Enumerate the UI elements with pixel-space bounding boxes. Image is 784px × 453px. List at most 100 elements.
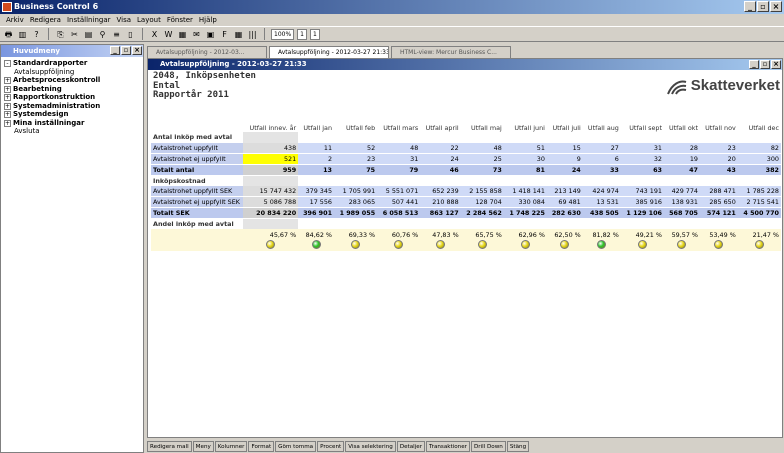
document-tab[interactable]: Avtalsuppföljning - 2012-03-27 21:33 (269, 46, 389, 58)
table-cell[interactable]: 1 748 225 (503, 207, 547, 219)
expand-icon[interactable]: + (4, 94, 11, 101)
list-icon[interactable]: ≡ (111, 29, 122, 40)
bottom-button-stäng[interactable]: Stäng (506, 441, 530, 452)
grid-icon[interactable]: ▦ (233, 29, 244, 40)
table-cell[interactable]: 81 (503, 164, 547, 176)
table-cell[interactable]: 863 127 (420, 207, 461, 219)
table-cell[interactable]: 24 (420, 153, 461, 165)
table-cell[interactable]: 15 (546, 142, 583, 155)
nav-node[interactable]: + Systemadministration (4, 102, 140, 111)
table-cell[interactable]: 27 (582, 142, 621, 155)
nav-node[interactable]: - Standardrapporter (4, 59, 140, 68)
table-cell[interactable]: 9 (546, 153, 583, 165)
table-cell[interactable]: 24 (546, 164, 583, 176)
table-cell[interactable]: 1 418 141 (503, 185, 547, 198)
table-cell[interactable]: 396 901 (298, 207, 335, 219)
table-cell[interactable]: 51 (503, 142, 547, 155)
menu-item-hjälp[interactable]: Hjälp (196, 14, 220, 26)
table-cell[interactable]: 82 (737, 142, 781, 155)
table-cell[interactable]: 138 931 (663, 196, 700, 209)
nav-node[interactable]: + Bearbetning (4, 85, 140, 94)
table-cell[interactable]: 379 345 (298, 185, 335, 198)
table-cell[interactable]: 20 (700, 153, 738, 165)
table-cell[interactable]: 300 (737, 153, 781, 165)
table-cell[interactable]: 330 084 (503, 196, 547, 209)
table-cell[interactable]: 32 (620, 153, 664, 165)
column-header[interactable]: Utfall feb (334, 112, 377, 132)
expand-icon[interactable]: + (4, 85, 11, 93)
column-header[interactable]: Utfall aug (583, 112, 621, 132)
menu-item-arkiv[interactable]: Arkiv (3, 14, 27, 26)
table-cell[interactable]: 48 (460, 142, 504, 155)
table-cell[interactable]: 288 471 (700, 185, 738, 198)
document-tab[interactable]: HTML-view: Mercur Business C... (391, 46, 511, 58)
share-percent-cell[interactable]: 69,33 % (334, 229, 378, 240)
zoom-select[interactable]: 100% (271, 28, 295, 40)
table-cell[interactable]: 438 505 (582, 207, 621, 219)
share-percent-cell[interactable]: 21,47 % (737, 229, 781, 240)
pane-close-button[interactable]: × (132, 46, 142, 55)
bottom-button-kolumner[interactable]: Kolumner (214, 441, 248, 452)
table-cell[interactable]: 4 500 770 (737, 207, 781, 219)
table-cell[interactable]: 507 441 (377, 196, 421, 209)
report-minimize-button[interactable]: _ (749, 60, 759, 69)
table-cell[interactable]: 73 (460, 164, 504, 176)
menu-item-inställningar[interactable]: Inställningar (64, 14, 114, 26)
report-restore-button[interactable]: ▫ (760, 60, 770, 69)
column-header[interactable]: Utfall sept (621, 112, 664, 132)
minimize-button[interactable]: _ (744, 1, 756, 12)
table-cell[interactable]: 652 239 (420, 185, 461, 198)
table-cell[interactable]: 2 715 541 (737, 196, 781, 209)
table-cell[interactable]: 6 058 513 (377, 207, 421, 219)
bottom-button-meny[interactable]: Meny (192, 441, 214, 452)
table-cell[interactable]: 46 (420, 164, 461, 176)
table-cell[interactable]: 52 (334, 142, 378, 155)
table-cell[interactable]: 43 (700, 164, 738, 176)
table-cell[interactable]: 521 (243, 153, 299, 165)
share-percent-cell[interactable]: 60,76 % (377, 229, 421, 240)
table-cell[interactable]: 79 (377, 164, 421, 176)
bottom-button-detaljer[interactable]: Detaljer (396, 441, 426, 452)
share-percent-cell[interactable]: 49,21 % (620, 229, 664, 240)
expand-icon[interactable]: + (4, 111, 11, 118)
table-cell[interactable]: 23 (700, 142, 738, 155)
table-cell[interactable]: 75 (334, 164, 378, 176)
column-header[interactable]: Utfall juli (547, 112, 583, 132)
table-cell[interactable]: 30 (503, 153, 547, 165)
table-cell[interactable]: 2 284 562 (460, 207, 504, 219)
pages-select[interactable]: 1 (309, 28, 320, 40)
table-cell[interactable]: 1 989 055 (334, 207, 378, 219)
table-cell[interactable]: 213 149 (546, 185, 583, 198)
table-cell[interactable]: 5 086 788 (243, 196, 299, 209)
table-cell[interactable]: 31 (377, 153, 421, 165)
pdf-icon[interactable]: ▣ (205, 29, 216, 40)
table-cell[interactable]: 15 747 432 (243, 185, 299, 198)
cut-icon[interactable]: ✂ (69, 29, 80, 40)
share-percent-cell[interactable]: 65,75 % (460, 229, 504, 240)
table-cell[interactable]: 25 (460, 153, 504, 165)
bottom-button-visa-selektering[interactable]: Visa selektering (345, 441, 396, 452)
table-cell[interactable]: 385 916 (620, 196, 664, 209)
print-icon[interactable]: 🖶 (3, 29, 14, 40)
chart-icon[interactable]: ▥ (17, 29, 28, 40)
column-header[interactable]: Utfall maj (461, 112, 504, 132)
share-percent-cell[interactable]: 84,62 % (298, 229, 335, 240)
bottom-button-drill-down[interactable]: Drill Down (470, 441, 506, 452)
table-cell[interactable]: 13 531 (582, 196, 621, 209)
table-cell[interactable]: 69 481 (546, 196, 583, 209)
bottom-button-transaktioner[interactable]: Transaktioner (426, 441, 470, 452)
table-cell[interactable]: 1 705 991 (334, 185, 378, 198)
table-cell[interactable]: 19 (663, 153, 700, 165)
table-cell[interactable]: 33 (582, 164, 621, 176)
menu-item-redigera[interactable]: Redigera (27, 14, 64, 26)
table-cell[interactable]: 6 (582, 153, 621, 165)
bottom-button-redigera-mall[interactable]: Redigera mall (147, 441, 192, 452)
document-tab[interactable]: Avtalsuppföljning - 2012-03... (147, 46, 267, 58)
share-percent-cell[interactable]: 45,67 % (243, 229, 299, 240)
share-percent-cell[interactable]: 47,83 % (420, 229, 461, 240)
table-cell[interactable]: 48 (377, 142, 421, 155)
table-cell[interactable]: 63 (620, 164, 664, 176)
table-cell[interactable]: 31 (620, 142, 664, 155)
column-header[interactable]: Utfall okt (664, 112, 700, 132)
mail-icon[interactable]: ✉ (191, 29, 202, 40)
